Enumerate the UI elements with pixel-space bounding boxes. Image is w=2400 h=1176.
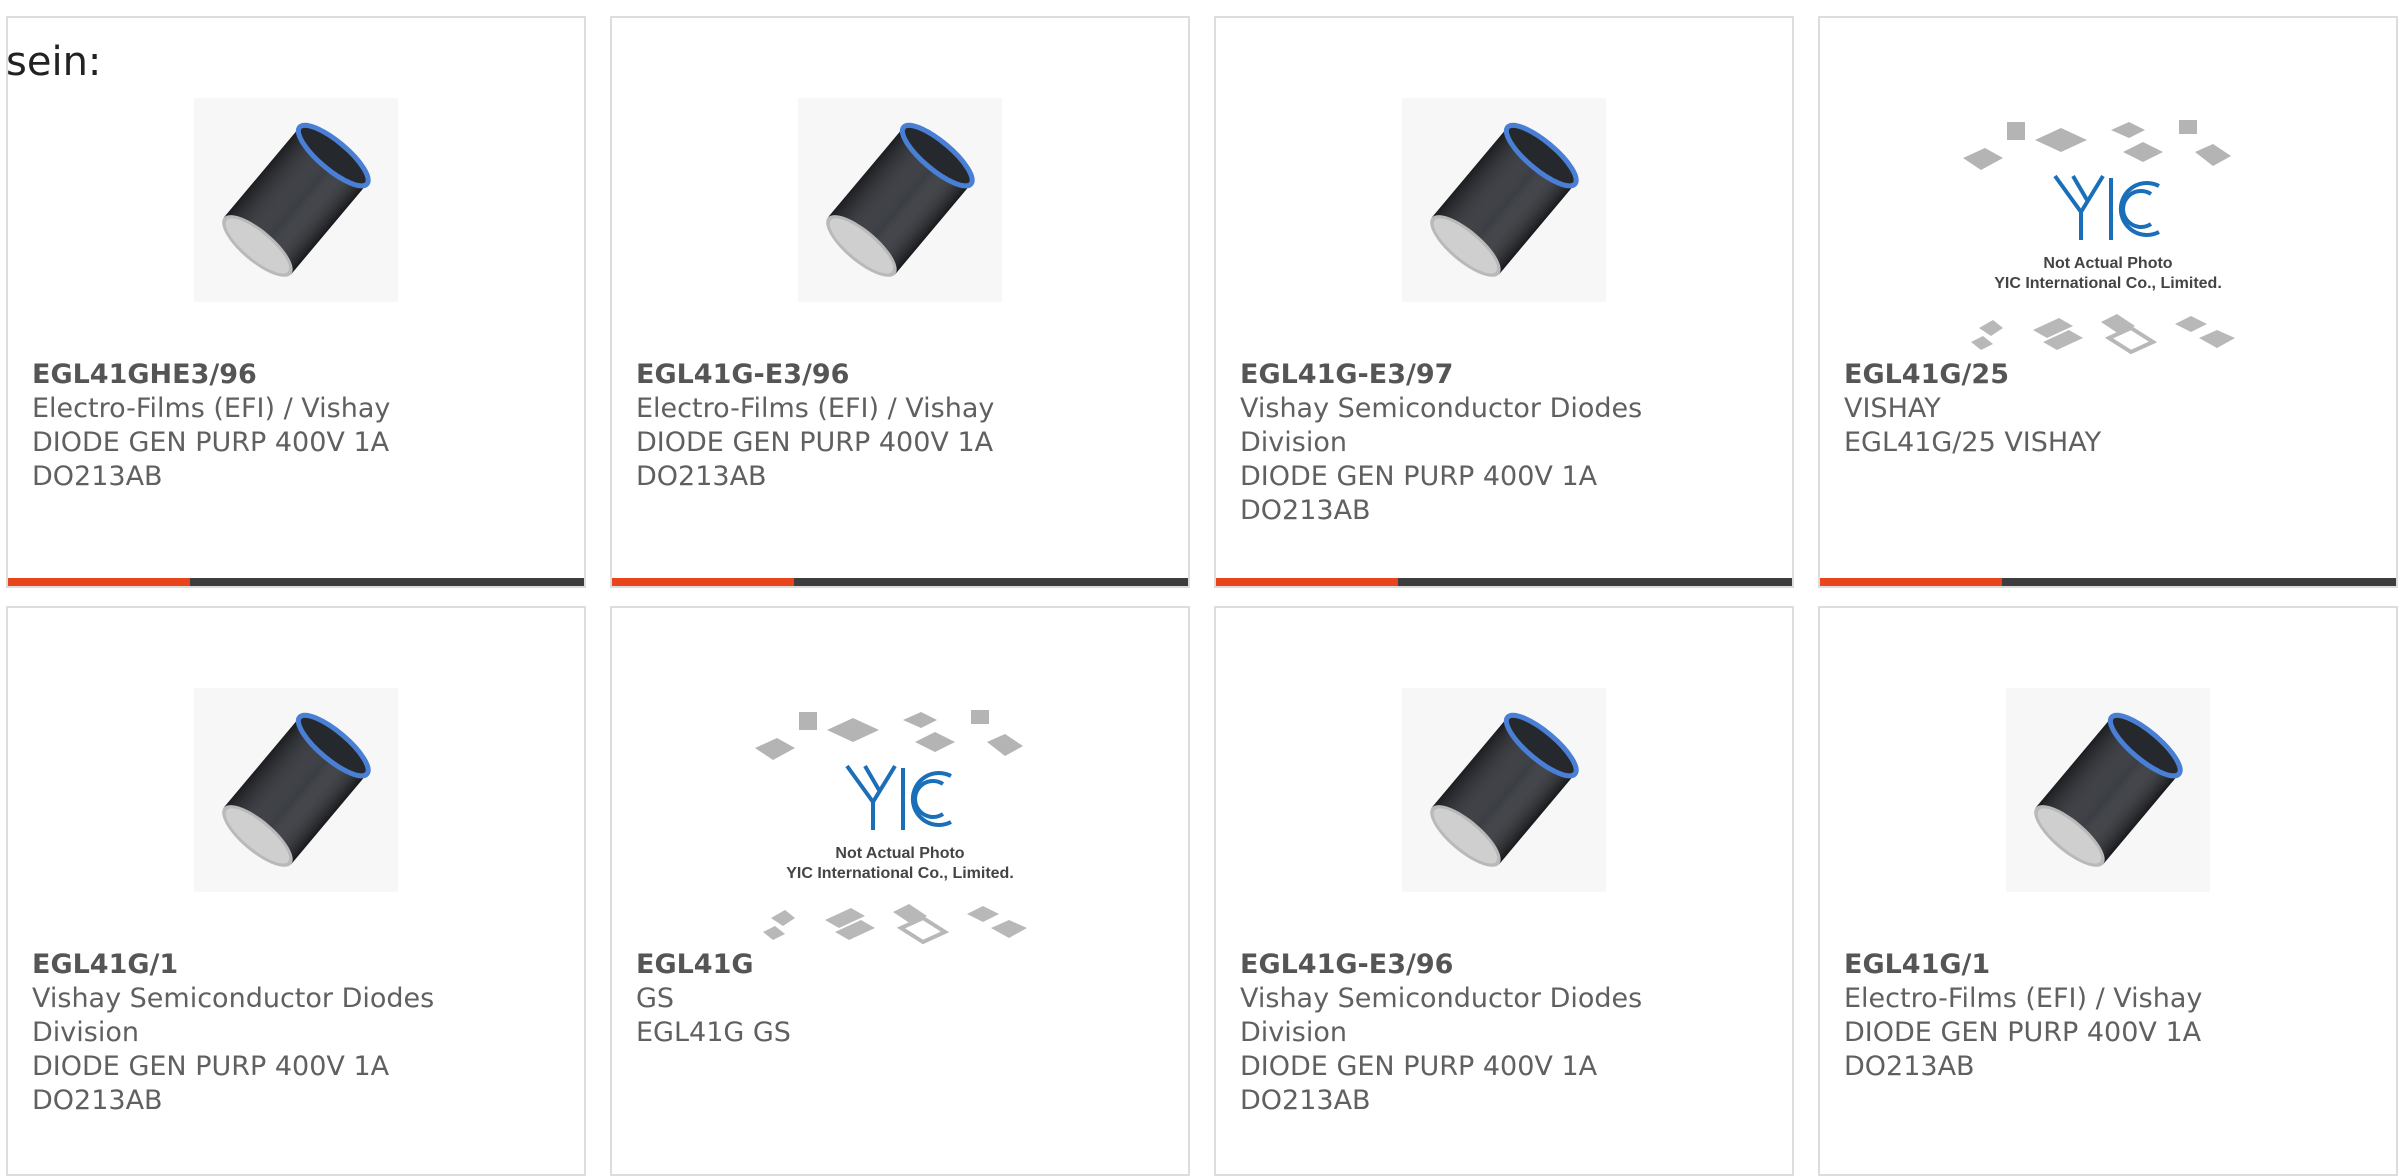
product-image[interactable]: Not Actual Photo YIC International Co., … [1820, 18, 2396, 355]
product-card[interactable]: EGL41G-E3/97 Vishay Semiconductor Diodes D… [1214, 16, 1794, 588]
product-image[interactable] [612, 18, 1188, 348]
product-image[interactable]: Not Actual Photo YIC International Co., … [612, 608, 1188, 945]
yic-placeholder-icon: Not Actual Photo YIC International Co., … [1963, 120, 2235, 355]
product-card[interactable]: EGL41GHE3/96 Electro-Films (EFI) / Vishay… [6, 16, 586, 588]
card-bottom-bar [612, 578, 1188, 586]
part-number-link[interactable]: EGL41G/25 [1844, 358, 2372, 392]
product-detail-line: EGL41G/25 VISHAY [1844, 427, 2102, 458]
card-accent-bar [1820, 578, 2002, 586]
product-detail-line: DO213AB [636, 461, 767, 492]
yic-title: Not Actual Photo [2043, 255, 2172, 272]
product-info: EGL41G GS EGL41G GS [636, 948, 1164, 1050]
product-info: EGL41G-E3/97 Vishay Semiconductor Diodes D… [1240, 358, 1768, 528]
product-detail-line: DO213AB [32, 1085, 163, 1116]
card-bottom-bar [1216, 578, 1792, 586]
product-image[interactable] [1216, 18, 1792, 348]
product-detail-line: Division [1240, 427, 1347, 458]
product-detail-line: DIODE GEN PURP 400V 1A [32, 1051, 390, 1082]
yic-company: YIC International Co., Limited. [786, 865, 1014, 882]
card-accent-bar [8, 578, 190, 586]
product-image[interactable] [1820, 608, 2396, 938]
diode-photo-icon [194, 98, 398, 302]
product-card[interactable]: EGL41G-E3/96 Electro-Films (EFI) / Vishay… [610, 16, 1190, 588]
product-detail-line: GS [636, 983, 675, 1014]
card-bottom-bar [1820, 578, 2396, 586]
product-detail-line: DO213AB [1844, 1051, 1975, 1082]
product-info: EGL41G-E3/96 Vishay Semiconductor Diodes D… [1240, 948, 1768, 1118]
product-detail-line: Vishay Semiconductor Diodes [1240, 393, 1643, 424]
diode-photo-icon [1402, 98, 1606, 302]
product-detail-line: Electro-Films (EFI) / Vishay [32, 393, 391, 424]
yic-placeholder-icon: Not Actual Photo YIC International Co., … [755, 710, 1027, 945]
product-info: EGL41G/1 Electro-Films (EFI) / Vishay DIOD… [1844, 948, 2372, 1084]
product-detail-line: DIODE GEN PURP 400V 1A [1844, 1017, 2202, 1048]
yic-company: YIC International Co., Limited. [1994, 275, 2222, 292]
card-bottom-bar [8, 578, 584, 586]
part-number-link[interactable]: EGL41G [636, 948, 1164, 982]
product-detail-line: DO213AB [1240, 495, 1371, 526]
product-detail-line: Division [32, 1017, 139, 1048]
product-card[interactable]: EGL41G/1 Electro-Films (EFI) / Vishay DIOD… [1818, 606, 2398, 1176]
part-number-link[interactable]: EGL41G-E3/97 [1240, 358, 1768, 392]
yic-title: Not Actual Photo [835, 845, 964, 862]
part-number-link[interactable]: EGL41GHE3/96 [32, 358, 560, 392]
intro-text: sein: [6, 39, 102, 85]
product-detail-line: DIODE GEN PURP 400V 1A [32, 427, 390, 458]
product-info: EGL41G-E3/96 Electro-Films (EFI) / Vishay… [636, 358, 1164, 494]
diode-photo-icon [798, 98, 1002, 302]
product-detail-line: Vishay Semiconductor Diodes [32, 983, 435, 1014]
product-detail-line: DIODE GEN PURP 400V 1A [636, 427, 994, 458]
product-detail-line: Division [1240, 1017, 1347, 1048]
card-accent-bar [612, 578, 794, 586]
product-detail-line: DO213AB [1240, 1085, 1371, 1116]
product-card[interactable]: EGL41G-E3/96 Vishay Semiconductor Diodes D… [1214, 606, 1794, 1176]
product-detail-line: VISHAY [1844, 393, 1941, 424]
card-accent-bar [1216, 578, 1398, 586]
product-detail-line: EGL41G GS [636, 1017, 791, 1048]
product-card[interactable]: EGL41G/1 Vishay Semiconductor Diodes Divis… [6, 606, 586, 1176]
product-card[interactable]: Not Actual Photo YIC International Co., … [1818, 16, 2398, 588]
product-info: EGL41GHE3/96 Electro-Films (EFI) / Vishay… [32, 358, 560, 494]
product-card[interactable]: Not Actual Photo YIC International Co., … [610, 606, 1190, 1176]
diode-photo-icon [1402, 688, 1606, 892]
part-number-link[interactable]: EGL41G-E3/96 [636, 358, 1164, 392]
product-info: EGL41G/1 Vishay Semiconductor Diodes Divis… [32, 948, 560, 1118]
diode-photo-icon [194, 688, 398, 892]
product-detail-line: Electro-Films (EFI) / Vishay [636, 393, 995, 424]
product-image[interactable] [1216, 608, 1792, 938]
part-number-link[interactable]: EGL41G/1 [1844, 948, 2372, 982]
product-detail-line: DO213AB [32, 461, 163, 492]
part-number-link[interactable]: EGL41G/1 [32, 948, 560, 982]
product-detail-line: DIODE GEN PURP 400V 1A [1240, 1051, 1598, 1082]
part-number-link[interactable]: EGL41G-E3/96 [1240, 948, 1768, 982]
product-detail-line: Vishay Semiconductor Diodes [1240, 983, 1643, 1014]
product-info: EGL41G/25 VISHAY EGL41G/25 VISHAY [1844, 358, 2372, 460]
product-image[interactable] [8, 608, 584, 938]
product-detail-line: DIODE GEN PURP 400V 1A [1240, 461, 1598, 492]
diode-photo-icon [2006, 688, 2210, 892]
product-detail-line: Electro-Films (EFI) / Vishay [1844, 983, 2203, 1014]
